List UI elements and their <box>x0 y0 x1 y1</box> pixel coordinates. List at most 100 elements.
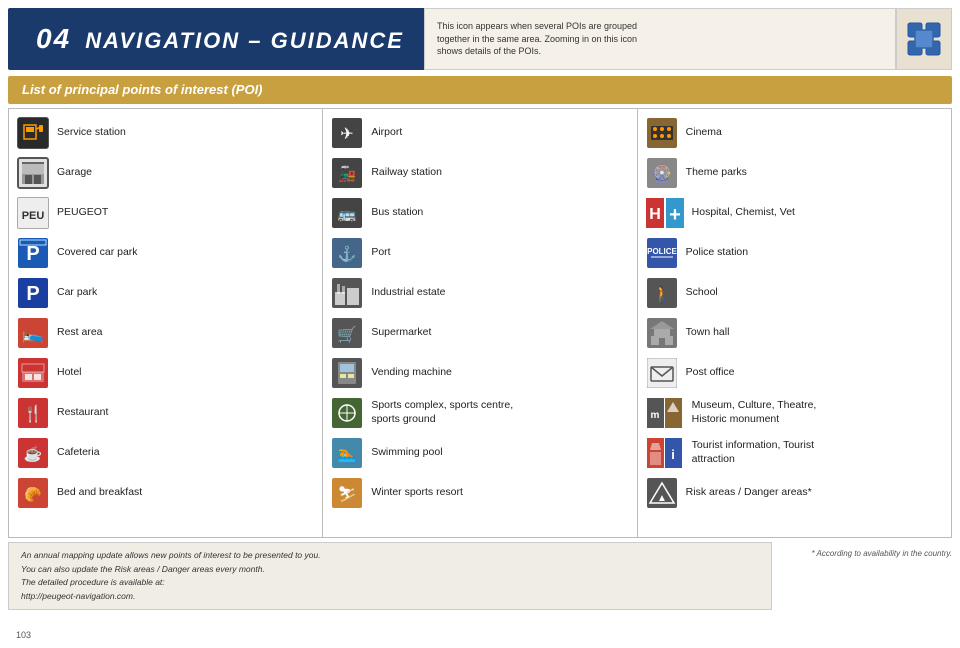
post-office-icon <box>646 357 678 389</box>
list-item: ⛷ Winter sports resort <box>323 473 636 513</box>
garage-icon <box>17 157 49 189</box>
port-label: Port <box>371 246 390 260</box>
bottom-note: An annual mapping update allows new poin… <box>8 542 772 610</box>
rest-area-label: Rest area <box>57 326 103 340</box>
police-station-label: Police station <box>686 246 748 260</box>
list-item: 🚂 Railway station <box>323 153 636 193</box>
supermarket-label: Supermarket <box>371 326 431 340</box>
service-station-label: Service station <box>57 126 126 140</box>
industrial-estate-icon <box>331 277 363 309</box>
svg-text:POLICE: POLICE <box>647 247 677 256</box>
poi-table: Service station Garage PEU PEUGEOT P Cov… <box>8 108 952 538</box>
svg-text:H: H <box>649 206 661 223</box>
svg-text:🚂: 🚂 <box>338 165 357 183</box>
poi-column-2: ✈ Airport 🚂 Railway station 🚌 Bus statio… <box>323 109 637 537</box>
town-hall-label: Town hall <box>686 326 730 340</box>
chapter-name: NAVIGATION – GUIDANCE <box>85 28 404 53</box>
chapter-title-bg: 04 NAVIGATION – GUIDANCE <box>16 8 424 70</box>
bus-station-label: Bus station <box>371 206 423 220</box>
list-item: ✈ Airport <box>323 113 636 153</box>
svg-text:🛌: 🛌 <box>22 323 44 343</box>
poi-column-3: Cinema 🎡 Theme parks H + Hospital, Chemi… <box>638 109 951 537</box>
sports-complex-label: Sports complex, sports centre, sports gr… <box>371 399 513 426</box>
list-item: Cinema <box>638 113 951 153</box>
list-item: Vending machine <box>323 353 636 393</box>
risk-areas-label: Risk areas / Danger areas* <box>686 486 812 500</box>
list-item: m Museum, Culture, Theatre, Historic mon… <box>638 393 951 433</box>
svg-text:⚓: ⚓ <box>338 245 357 263</box>
car-park-icon: P <box>17 277 49 309</box>
cinema-label: Cinema <box>686 126 722 140</box>
school-label: School <box>686 286 718 300</box>
rest-area-icon: 🛌 <box>17 317 49 349</box>
list-item: i Tourist information, Tourist attractio… <box>638 433 951 473</box>
winter-sports-icon: ⛷ <box>331 477 363 509</box>
accent-bar <box>8 8 16 70</box>
svg-text:🥐: 🥐 <box>24 486 41 502</box>
restaurant-label: Restaurant <box>57 406 108 420</box>
peugeot-icon: PEU <box>17 197 49 229</box>
bottom-bar: An annual mapping update allows new poin… <box>8 542 952 610</box>
svg-text:✈: ✈ <box>341 126 354 143</box>
winter-sports-label: Winter sports resort <box>371 486 463 500</box>
bottom-note-text: An annual mapping update allows new poin… <box>21 550 321 601</box>
page-header: 04 NAVIGATION – GUIDANCE This icon appea… <box>8 8 952 70</box>
svg-text:🍴: 🍴 <box>23 404 43 423</box>
list-item: 🥐 Bed and breakfast <box>9 473 322 513</box>
list-item: Service station <box>9 113 322 153</box>
peugeot-label: PEUGEOT <box>57 206 108 220</box>
list-item: Garage <box>9 153 322 193</box>
list-item: 🏊 Swimming pool <box>323 433 636 473</box>
list-item: 🛌 Rest area <box>9 313 322 353</box>
poi-column-1: Service station Garage PEU PEUGEOT P Cov… <box>9 109 323 537</box>
post-office-label: Post office <box>686 366 735 380</box>
list-item: Industrial estate <box>323 273 636 313</box>
chapter-number: 04 <box>36 23 71 54</box>
cafeteria-icon: ☕ <box>17 437 49 469</box>
list-item: 🚶 School <box>638 273 951 313</box>
airport-icon: ✈ <box>331 117 363 149</box>
cafeteria-label: Cafeteria <box>57 446 100 460</box>
list-item: Hotel <box>9 353 322 393</box>
svg-text:PEU: PEU <box>22 210 45 222</box>
museum-icon: m <box>646 397 684 429</box>
sports-complex-icon <box>331 397 363 429</box>
swimming-pool-icon: 🏊 <box>331 437 363 469</box>
footnote-text: * According to availability in the count… <box>811 549 952 558</box>
svg-text:⛷: ⛷ <box>338 486 357 503</box>
swimming-pool-label: Swimming pool <box>371 446 442 460</box>
svg-text:☕: ☕ <box>24 444 43 463</box>
museum-label: Museum, Culture, Theatre, Historic monum… <box>692 399 817 426</box>
header-note-text: This icon appears when several POIs are … <box>437 20 637 58</box>
section-title: List of principal points of interest (PO… <box>22 82 263 97</box>
car-park-label: Car park <box>57 286 97 300</box>
railway-station-label: Railway station <box>371 166 442 180</box>
chapter-title: 04 NAVIGATION – GUIDANCE <box>36 23 404 55</box>
hotel-icon <box>17 357 49 389</box>
list-item: ☕ Cafeteria <box>9 433 322 473</box>
vending-machine-icon <box>331 357 363 389</box>
section-title-bar: List of principal points of interest (PO… <box>8 76 952 104</box>
cinema-icon <box>646 117 678 149</box>
list-item: H + Hospital, Chemist, Vet <box>638 193 951 233</box>
svg-text:P: P <box>26 243 39 265</box>
svg-text:🎡: 🎡 <box>652 164 672 183</box>
hospital-icon: H + <box>646 197 684 229</box>
supermarket-icon: 🛒 <box>331 317 363 349</box>
list-item: ▲ Risk areas / Danger areas* <box>638 473 951 513</box>
cluster-icon-box <box>896 8 952 70</box>
tourist-info-label: Tourist information, Tourist attraction <box>692 439 814 466</box>
school-icon: 🚶 <box>646 277 678 309</box>
page-number: 103 <box>16 630 31 640</box>
footnote: * According to availability in the count… <box>772 542 952 559</box>
cluster-icon <box>906 21 942 57</box>
svg-text:+: + <box>669 204 681 226</box>
hospital-label: Hospital, Chemist, Vet <box>692 206 795 220</box>
port-icon: ⚓ <box>331 237 363 269</box>
svg-text:i: i <box>671 447 675 462</box>
list-item: 🛒 Supermarket <box>323 313 636 353</box>
list-item: 🎡 Theme parks <box>638 153 951 193</box>
list-item: Post office <box>638 353 951 393</box>
vending-machine-label: Vending machine <box>371 366 452 380</box>
airport-label: Airport <box>371 126 402 140</box>
